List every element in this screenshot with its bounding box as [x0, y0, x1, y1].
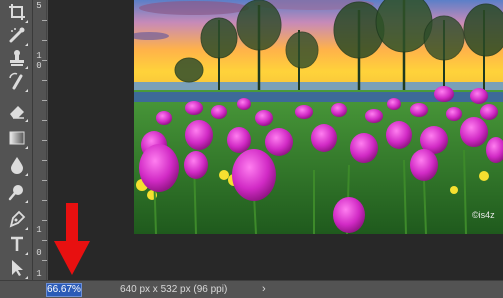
status-bar: 66.67% 640 px x 532 px (96 ppi) › [0, 280, 503, 298]
gradient-icon[interactable] [5, 126, 29, 150]
tulip-photo: ©is4z [134, 0, 503, 234]
red-arrow-annotation [54, 203, 90, 275]
ruler-number: 1 [36, 269, 42, 279]
chevron-right-icon[interactable]: › [262, 283, 266, 295]
tools-panel [0, 0, 33, 280]
path-selection-icon[interactable] [5, 256, 29, 280]
ruler-number: 1 [36, 51, 42, 61]
blur-icon[interactable] [5, 153, 29, 177]
eraser-icon[interactable] [5, 99, 29, 123]
canvas-area[interactable]: ©is4z [48, 0, 503, 280]
dodge-icon[interactable] [5, 180, 29, 204]
ruler-number: 1 [36, 225, 42, 235]
history-brush-icon[interactable] [5, 69, 29, 93]
ruler-number: 0 [36, 248, 42, 258]
photoshop-window: 5 1 0 1 0 1 ©is4z 66.67% 640 px x 532 px… [0, 0, 503, 298]
crop-icon[interactable] [5, 0, 29, 24]
watermark: ©is4z [472, 210, 495, 220]
healing-brush-icon[interactable] [5, 23, 29, 47]
document-canvas[interactable]: ©is4z [134, 0, 503, 234]
pen-icon[interactable] [5, 207, 29, 231]
type-icon[interactable] [5, 232, 29, 256]
ruler-number: 0 [36, 61, 42, 71]
vertical-ruler: 5 1 0 1 0 1 [34, 0, 47, 280]
ruler-number: 5 [36, 1, 42, 11]
zoom-level-field[interactable]: 66.67% [46, 283, 82, 297]
clone-stamp-icon[interactable] [5, 46, 29, 70]
document-info[interactable]: 640 px x 532 px (96 ppi) [120, 284, 227, 296]
